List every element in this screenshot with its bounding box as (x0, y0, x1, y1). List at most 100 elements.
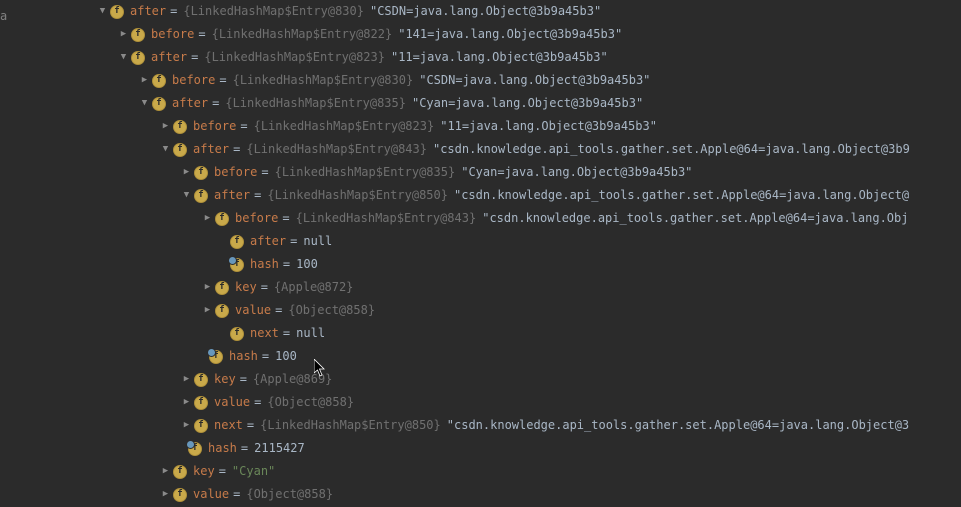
tree-row[interactable]: fbefore={LinkedHashMap$Entry@830}"CSDN=j… (0, 69, 961, 92)
tree-row[interactable]: fafter={LinkedHashMap$Entry@823}"11=java… (0, 46, 961, 69)
equals-sign: = (262, 345, 269, 368)
tree-row[interactable]: fafter={LinkedHashMap$Entry@843}"csdn.kn… (0, 138, 961, 161)
field-badge-icon: f (152, 74, 166, 88)
field-badge-icon: f (131, 28, 145, 42)
equals-sign: = (240, 115, 247, 138)
field-name: key (214, 368, 236, 391)
expand-arrow-icon[interactable] (158, 483, 173, 506)
field-name: value (193, 483, 229, 506)
object-reference: {LinkedHashMap$Entry@850} (260, 414, 441, 437)
object-reference: {LinkedHashMap$Entry@830} (183, 0, 364, 23)
collapse-arrow-icon[interactable] (158, 138, 173, 161)
object-reference: {LinkedHashMap$Entry@830} (233, 69, 414, 92)
object-reference: {LinkedHashMap$Entry@835} (275, 161, 456, 184)
expand-arrow-icon[interactable] (116, 23, 131, 46)
equals-sign: = (191, 46, 198, 69)
collapse-arrow-icon[interactable] (116, 46, 131, 69)
equals-sign: = (198, 23, 205, 46)
tree-row[interactable]: fafter={LinkedHashMap$Entry@850}"csdn.kn… (0, 184, 961, 207)
object-reference: {Object@858} (246, 483, 333, 506)
expand-arrow-icon[interactable] (179, 414, 194, 437)
tree-row[interactable]: fvalue={Object@858} (0, 299, 961, 322)
tree-row[interactable]: fkey="Cyan" (0, 460, 961, 483)
debugger-variables-tree[interactable]: fafter={LinkedHashMap$Entry@830}"CSDN=ja… (0, 0, 961, 506)
tree-row[interactable]: fnext= {LinkedHashMap$Entry@850} "csdn.kno… (0, 414, 961, 437)
expand-arrow-icon[interactable] (179, 161, 194, 184)
tree-row[interactable]: fhash=100 (0, 345, 961, 368)
collapse-arrow-icon[interactable] (95, 0, 110, 23)
object-reference: {LinkedHashMap$Entry@823} (204, 46, 385, 69)
tree-row[interactable]: fafter={LinkedHashMap$Entry@835}"Cyan=ja… (0, 92, 961, 115)
field-value: null (303, 230, 332, 253)
field-name: after (172, 92, 208, 115)
expand-arrow-icon[interactable] (179, 368, 194, 391)
equals-sign: = (247, 414, 254, 437)
field-badge-icon: f (173, 465, 187, 479)
field-value: "11=java.lang.Object@3b9a45b3" (440, 115, 657, 138)
expand-arrow-icon[interactable] (200, 276, 215, 299)
field-badge-icon: f (209, 350, 223, 364)
field-badge-icon: f (230, 258, 244, 272)
object-reference: {LinkedHashMap$Entry@835} (225, 92, 406, 115)
tree-row[interactable]: fbefore={LinkedHashMap$Entry@843}"csdn.k… (0, 207, 961, 230)
field-name: hash (229, 345, 258, 368)
tree-row[interactable]: fkey={Apple@872} (0, 276, 961, 299)
field-value: 100 (296, 253, 318, 276)
tree-row[interactable]: fbefore={LinkedHashMap$Entry@823}"11=jav… (0, 115, 961, 138)
object-reference: {LinkedHashMap$Entry@843} (296, 207, 477, 230)
tree-row[interactable]: fafter={LinkedHashMap$Entry@830}"CSDN=ja… (0, 0, 961, 23)
field-name: next (214, 414, 243, 437)
field-name: after (214, 184, 250, 207)
expand-arrow-icon[interactable] (179, 391, 194, 414)
tree-row[interactable]: fkey={Apple@869} (0, 368, 961, 391)
field-value: "csdn.knowledge.api_tools.gather.set.App… (454, 184, 909, 207)
field-value: "csdn.knowledge.api_tools.gather.set.App… (447, 414, 909, 437)
field-value: 2115427 (254, 437, 305, 460)
equals-sign: = (290, 230, 297, 253)
equals-sign: = (275, 299, 282, 322)
expand-arrow-icon[interactable] (200, 207, 215, 230)
expand-arrow-icon[interactable] (158, 115, 173, 138)
field-value: "csdn.knowledge.api_tools.gather.set.App… (433, 138, 910, 161)
field-value: "Cyan=java.lang.Object@3b9a45b3" (461, 161, 692, 184)
object-reference: {LinkedHashMap$Entry@822} (212, 23, 393, 46)
collapse-arrow-icon[interactable] (179, 184, 194, 207)
expand-arrow-icon[interactable] (158, 460, 173, 483)
tree-row[interactable]: fafter=null (0, 230, 961, 253)
field-value: "141=java.lang.Object@3b9a45b3" (398, 23, 622, 46)
equals-sign: = (219, 460, 226, 483)
equals-sign: = (170, 0, 177, 23)
tree-row[interactable]: fbefore= {LinkedHashMap$Entry@822}"141=ja… (0, 23, 961, 46)
object-reference: {LinkedHashMap$Entry@823} (254, 115, 435, 138)
field-name: before (151, 23, 194, 46)
field-name: key (235, 276, 257, 299)
field-name: value (214, 391, 250, 414)
field-badge-icon: f (230, 235, 244, 249)
equals-sign: = (233, 483, 240, 506)
collapse-arrow-icon[interactable] (137, 92, 152, 115)
field-value: "CSDN=java.lang.Object@3b9a45b3" (419, 69, 650, 92)
tree-row[interactable]: fhash=2115427 (0, 437, 961, 460)
field-badge-icon: f (194, 419, 208, 433)
field-badge-icon: f (194, 396, 208, 410)
equals-sign: = (282, 207, 289, 230)
equals-sign: = (283, 322, 290, 345)
expand-arrow-icon[interactable] (137, 69, 152, 92)
equals-sign: = (261, 276, 268, 299)
field-badge-icon: f (188, 442, 202, 456)
expand-arrow-icon[interactable] (200, 299, 215, 322)
field-badge-icon: f (110, 5, 124, 19)
tree-row[interactable]: fvalue={Object@858} (0, 391, 961, 414)
tree-row[interactable]: fbefore={LinkedHashMap$Entry@835}"Cyan=j… (0, 161, 961, 184)
tree-row[interactable]: fhash=100 (0, 253, 961, 276)
equals-sign: = (254, 391, 261, 414)
field-value: null (296, 322, 325, 345)
tree-row[interactable]: fnext=null (0, 322, 961, 345)
field-badge-icon: f (215, 281, 229, 295)
field-badge-icon: f (173, 120, 187, 134)
equals-sign: = (212, 92, 219, 115)
field-name: after (193, 138, 229, 161)
field-name: key (193, 460, 215, 483)
equals-sign: = (219, 69, 226, 92)
tree-row[interactable]: fvalue={Object@858} (0, 483, 961, 506)
